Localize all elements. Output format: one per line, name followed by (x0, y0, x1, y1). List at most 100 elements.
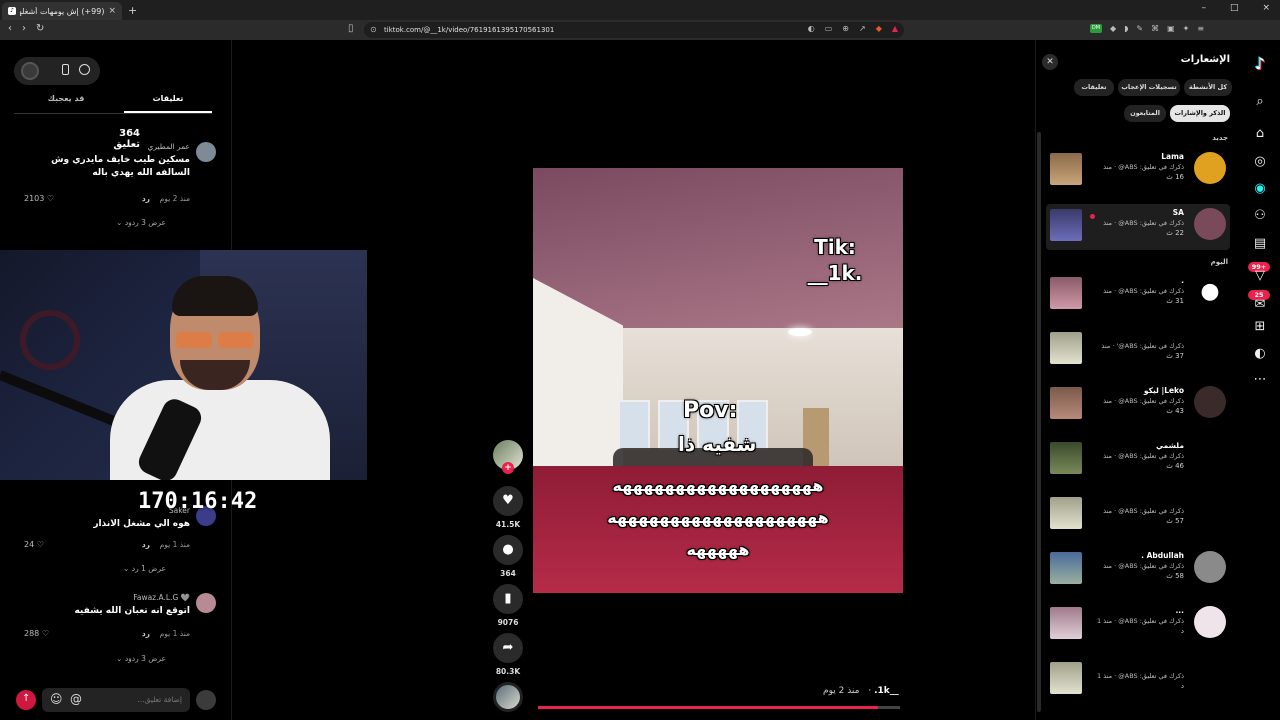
reload-icon[interactable]: ↻ (36, 23, 44, 34)
save-button[interactable]: ▮ (493, 584, 523, 614)
share-icon[interactable]: ↗ (859, 24, 866, 33)
profile-icon[interactable]: ◐ (1250, 344, 1270, 364)
notification-item[interactable]: . ذكرك في تعليق: ABS@ · منذ 31 ث ● (1046, 272, 1230, 318)
video-thumbnail[interactable] (1050, 552, 1082, 584)
filter-all-activity[interactable]: كل الأنشطة (1184, 79, 1232, 96)
extension-icon[interactable]: ◗ (1124, 24, 1128, 33)
back-icon[interactable]: ‹ (8, 23, 12, 34)
close-window-button[interactable]: × (1262, 3, 1270, 13)
share-button[interactable]: ➦ (493, 633, 523, 663)
search-icon[interactable]: ⌕ (1250, 92, 1270, 112)
notification-user[interactable]: ملشمي (1156, 441, 1184, 450)
video-thumbnail[interactable] (1050, 387, 1082, 419)
mention-icon[interactable]: @ (70, 692, 82, 706)
extension-icon[interactable]: ⌘ (1151, 24, 1159, 33)
forward-icon[interactable]: › (22, 23, 26, 34)
extension-icon[interactable]: ✎ (1136, 24, 1143, 33)
brave-shield-icon[interactable]: ◆ (876, 24, 882, 33)
view-replies-button[interactable]: عرض 3 ردود ⌄ (116, 218, 166, 227)
commenter-avatar[interactable] (196, 593, 216, 613)
follow-button[interactable]: + (502, 462, 514, 474)
commenter-name[interactable]: 🩶 Fawaz.A.L.G (133, 593, 190, 602)
more-icon[interactable]: ⋯ (1250, 370, 1270, 390)
notification-item[interactable]: ذكرك في تعليق: ABS@' · منذ 37 ث (1046, 327, 1230, 373)
video-thumbnail[interactable] (1050, 497, 1082, 529)
friends-icon[interactable]: ⚇ (1250, 206, 1270, 226)
notification-user[interactable]: Leko| ليكو (1144, 386, 1184, 395)
zoom-icon[interactable]: ⊕ (842, 24, 849, 33)
filter-mentions[interactable]: الذكر والإشارات (1170, 105, 1230, 122)
emoji-icon[interactable]: ☺ (50, 692, 63, 706)
upload-icon[interactable]: ⊞ (1250, 317, 1270, 337)
notification-user[interactable]: Lama (1161, 152, 1184, 161)
notification-item[interactable]: ... ذكرك في تعليق: ABS@ · منذ 1 د (1046, 602, 1230, 648)
rewards-icon[interactable]: ▲ (892, 24, 898, 33)
explore-icon[interactable]: ◎ (1250, 152, 1270, 172)
filter-comments[interactable]: تعليقات (1074, 79, 1114, 96)
user-avatar[interactable] (1194, 386, 1226, 418)
reply-button[interactable]: رد (142, 540, 150, 549)
notification-item[interactable]: Abdullah . ذكرك في تعليق: ABS@ · منذ 58 … (1046, 547, 1230, 593)
reply-button[interactable]: رد (142, 629, 150, 638)
browser-tab[interactable]: ♪ (99+) إش يومهات أشغلها عمن (1k__) × (2, 2, 122, 20)
notification-user[interactable]: . (1181, 276, 1184, 285)
comment-input[interactable]: ☺ @ إضافة تعليق... (42, 688, 190, 712)
filter-likes[interactable]: تسجيلات الإعجاب (1118, 79, 1180, 96)
user-avatar[interactable] (1194, 208, 1226, 240)
tiktok-logo-icon[interactable]: ♪ (1250, 54, 1270, 74)
new-tab-button[interactable]: + (128, 4, 137, 17)
notification-item[interactable]: SA ذكرك في تعليق: ABS@ · منذ 22 ث (1046, 204, 1230, 250)
notification-item[interactable]: Leko| ليكو ذكرك في تعليق: ABS@ · منذ 43 … (1046, 382, 1230, 428)
music-disc-icon[interactable] (493, 682, 523, 712)
profile-avatar[interactable] (21, 62, 39, 80)
notification-item[interactable]: ذكرك في تعليق: ABS@ · منذ 57 ث (1046, 492, 1230, 538)
extension-icon[interactable]: ◆ (1110, 24, 1116, 33)
notification-user[interactable]: ... (1175, 606, 1184, 615)
post-comment-button[interactable] (16, 690, 36, 710)
no-sound-icon[interactable]: ◐ (808, 24, 815, 33)
bookmark-icon[interactable]: ▯ (348, 23, 354, 34)
screenshot-icon[interactable]: ▭ (825, 24, 833, 33)
user-avatar[interactable] (1194, 152, 1226, 184)
video-thumbnail[interactable] (1050, 277, 1082, 309)
comment-likes[interactable]: 2103 ♡ (24, 194, 54, 203)
following-avatar-icon[interactable]: ◉ (1250, 179, 1270, 199)
home-icon[interactable]: ⌂ (1250, 124, 1270, 144)
video-thumbnail[interactable] (1050, 153, 1082, 185)
puzzle-icon[interactable]: ✦ (1183, 24, 1190, 33)
default-avatar-icon[interactable]: ● (1194, 276, 1226, 308)
commenter-avatar[interactable] (196, 142, 216, 162)
extension-icon[interactable]: ▣ (1167, 24, 1175, 33)
video-thumbnail[interactable] (1050, 607, 1082, 639)
minimize-button[interactable]: – (1201, 3, 1206, 13)
reply-button[interactable]: رد (142, 194, 150, 203)
tab-comments[interactable]: تعليقات (124, 94, 212, 103)
video-thumbnail[interactable] (1050, 662, 1082, 694)
user-avatar[interactable] (1194, 606, 1226, 638)
video-progress-bar[interactable] (538, 706, 900, 709)
notification-item[interactable]: ذكرك في تعليق: ABS@ · منذ 1 د (1046, 657, 1230, 703)
notifications-scrollbar[interactable] (1037, 132, 1041, 712)
extension-green-icon[interactable]: DM (1090, 24, 1102, 33)
address-bar[interactable]: ⊙ tiktok.com/@__1k/video/761916139517056… (364, 22, 904, 38)
notification-item[interactable]: Lama ذكرك في تعليق: ABS@ · منذ 16 ث (1046, 148, 1230, 194)
filter-followers[interactable]: المتابعون (1124, 105, 1166, 122)
video-thumbnail[interactable] (1050, 442, 1082, 474)
video-author[interactable]: __1k. · منذ 2 يوم (823, 686, 899, 696)
tab-you-may-like[interactable]: قد يعجبك (14, 94, 118, 103)
view-replies-button[interactable]: عرض 3 ردود ⌄ (116, 654, 166, 663)
live-icon[interactable]: ▤ (1250, 234, 1270, 254)
video-thumbnail[interactable] (1050, 209, 1082, 241)
author-handle[interactable]: __1k. (874, 686, 899, 696)
notification-user[interactable]: Abdullah . (1141, 551, 1184, 560)
inbox-icon[interactable]: ▽ (1250, 266, 1270, 286)
comment-button[interactable]: ● (493, 535, 523, 565)
commenter-name[interactable]: عمر المطيري (148, 142, 190, 151)
messages-icon[interactable]: ✉ (1250, 295, 1270, 315)
site-info-icon[interactable]: ⊙ (370, 25, 377, 34)
close-icon[interactable]: ✕ (1042, 54, 1058, 70)
maximize-button[interactable]: □ (1230, 3, 1239, 13)
notification-user[interactable]: SA (1173, 208, 1184, 217)
comment-likes[interactable]: 24 ♡ (24, 540, 44, 549)
view-replies-button[interactable]: عرض 1 رد ⌄ (123, 564, 166, 573)
